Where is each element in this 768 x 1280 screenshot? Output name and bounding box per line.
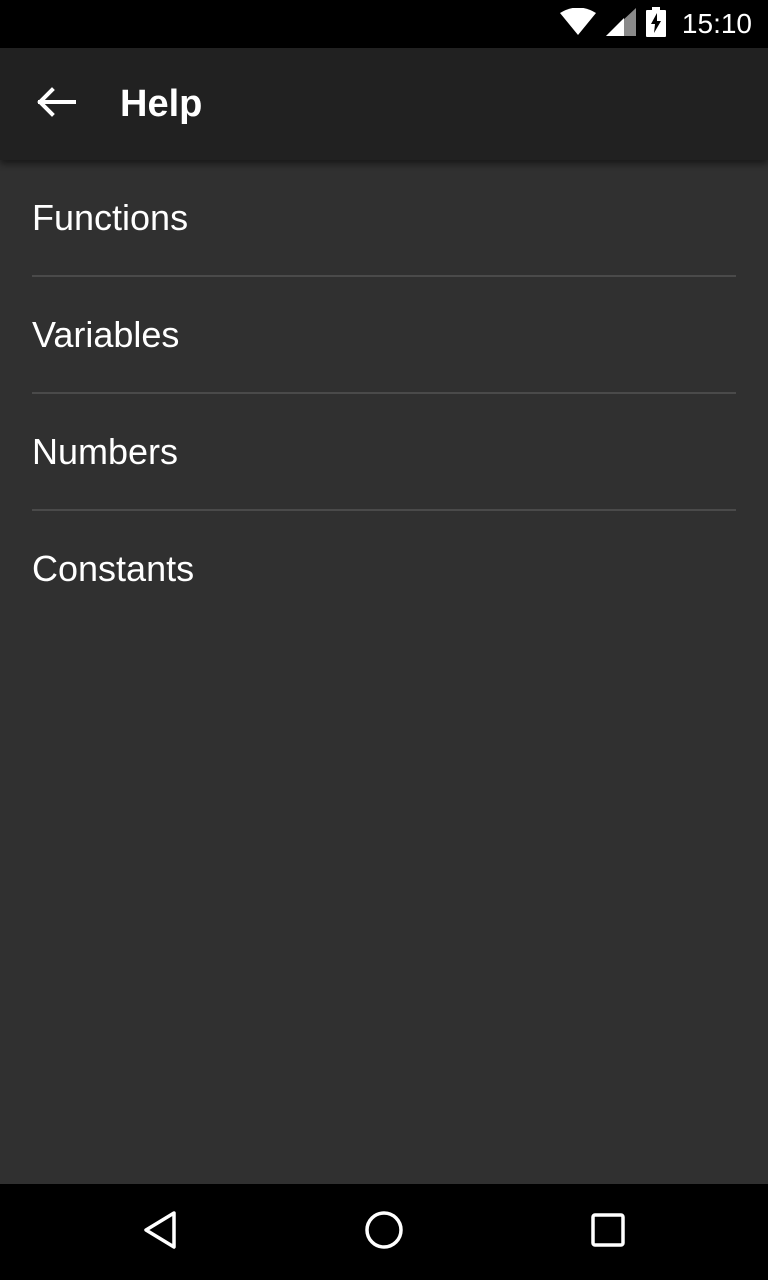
back-button[interactable] bbox=[20, 68, 92, 140]
wifi-icon bbox=[559, 7, 596, 41]
list-item-label: Constants bbox=[32, 547, 195, 589]
list-item-numbers[interactable]: Numbers bbox=[32, 394, 736, 511]
status-bar: 15:10 bbox=[0, 0, 768, 48]
status-icons: 15:10 bbox=[559, 0, 752, 48]
nav-recents-button[interactable] bbox=[560, 1184, 656, 1280]
arrow-left-icon bbox=[36, 86, 76, 123]
list-item-label: Functions bbox=[32, 196, 189, 238]
app-bar: Help bbox=[0, 48, 768, 160]
page-title: Help bbox=[120, 83, 203, 125]
help-list: Functions Variables Numbers Constants bbox=[0, 160, 768, 1184]
nav-back-button[interactable] bbox=[112, 1184, 208, 1280]
list-item-label: Variables bbox=[32, 313, 180, 355]
status-time: 15:10 bbox=[681, 8, 752, 39]
list-item-constants[interactable]: Constants bbox=[32, 511, 736, 626]
recents-square-icon bbox=[590, 1212, 626, 1253]
back-triangle-icon bbox=[142, 1210, 178, 1255]
list-item-functions[interactable]: Functions bbox=[32, 160, 736, 277]
home-circle-icon bbox=[363, 1209, 405, 1256]
list-item-variables[interactable]: Variables bbox=[32, 277, 736, 394]
battery-charging-icon bbox=[645, 6, 666, 42]
navigation-bar bbox=[0, 1184, 768, 1280]
nav-home-button[interactable] bbox=[336, 1184, 432, 1280]
list-item-label: Numbers bbox=[32, 430, 179, 472]
cell-signal-icon bbox=[605, 7, 636, 41]
